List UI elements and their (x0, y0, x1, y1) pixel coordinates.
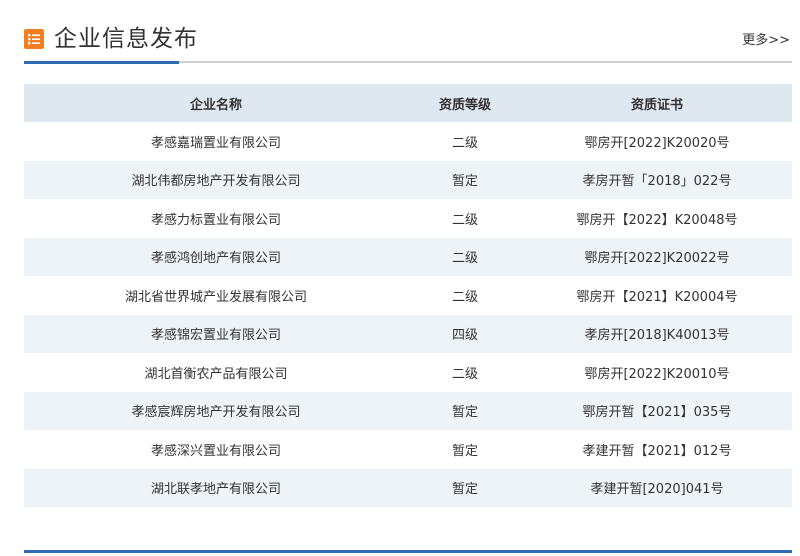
cert-cell: 孝房开暂「2018」022号 (522, 160, 792, 199)
level-cell: 四级 (408, 314, 522, 353)
company-name-cell[interactable]: 孝感嘉瑞置业有限公司 (24, 122, 408, 161)
cert-cell: 孝建开暂【2021】012号 (522, 430, 792, 469)
page-title: 企业信息发布 (54, 26, 198, 52)
table-row[interactable]: 孝感嘉瑞置业有限公司 二级 鄂房开[2022]K20020号 (24, 122, 792, 161)
table-row[interactable]: 孝感力标置业有限公司 二级 鄂房开【2022】K20048号 (24, 199, 792, 238)
level-cell: 二级 (408, 122, 522, 161)
table-row[interactable]: 湖北首衡农产品有限公司 二级 鄂房开[2022]K20010号 (24, 353, 792, 392)
column-header-level: 资质等级 (408, 84, 522, 122)
table-header-row: 企业名称 资质等级 资质证书 (24, 84, 792, 122)
cert-cell: 鄂房开暂【2021】035号 (522, 391, 792, 430)
company-name-cell[interactable]: 湖北伟都房地产开发有限公司 (24, 160, 408, 199)
cert-cell: 孝建开暂[2020]041号 (522, 468, 792, 507)
enterprise-table: 企业名称 资质等级 资质证书 孝感嘉瑞置业有限公司 二级 鄂房开[2022]K2… (24, 84, 792, 507)
cert-cell: 鄂房开[2022]K20020号 (522, 122, 792, 161)
list-icon (24, 29, 44, 49)
company-name-cell[interactable]: 孝感力标置业有限公司 (24, 199, 408, 238)
column-header-cert: 资质证书 (522, 84, 792, 122)
level-cell: 暂定 (408, 468, 522, 507)
table-row[interactable]: 湖北省世界城产业发展有限公司 二级 鄂房开【2021】K20004号 (24, 276, 792, 315)
company-name-cell[interactable]: 孝感鸿创地产有限公司 (24, 237, 408, 276)
company-name-cell[interactable]: 孝感深兴置业有限公司 (24, 430, 408, 469)
enterprise-info-panel: 企业信息发布 更多>> 企业名称 资质等级 资质证书 孝感嘉瑞置业有限公司 二级… (0, 0, 800, 556)
level-cell: 暂定 (408, 391, 522, 430)
company-name-cell[interactable]: 湖北首衡农产品有限公司 (24, 353, 408, 392)
level-cell: 二级 (408, 276, 522, 315)
level-cell: 暂定 (408, 430, 522, 469)
table-row[interactable]: 湖北伟都房地产开发有限公司 暂定 孝房开暂「2018」022号 (24, 160, 792, 199)
cert-cell: 鄂房开【2022】K20048号 (522, 199, 792, 238)
table-row[interactable]: 孝感深兴置业有限公司 暂定 孝建开暂【2021】012号 (24, 430, 792, 469)
level-cell: 二级 (408, 353, 522, 392)
column-header-name: 企业名称 (24, 84, 408, 122)
company-name-cell[interactable]: 湖北省世界城产业发展有限公司 (24, 276, 408, 315)
cert-cell: 鄂房开[2022]K20010号 (522, 353, 792, 392)
level-cell: 二级 (408, 199, 522, 238)
cert-cell: 鄂房开[2022]K20022号 (522, 237, 792, 276)
level-cell: 二级 (408, 237, 522, 276)
level-cell: 暂定 (408, 160, 522, 199)
table-row[interactable]: 孝感宸辉房地产开发有限公司 暂定 鄂房开暂【2021】035号 (24, 391, 792, 430)
cert-cell: 孝房开[2018]K40013号 (522, 314, 792, 353)
header-accent-bar (24, 61, 179, 64)
more-link[interactable]: 更多>> (742, 32, 790, 50)
footer-divider (24, 550, 792, 553)
company-name-cell[interactable]: 湖北联孝地产有限公司 (24, 468, 408, 507)
cert-cell: 鄂房开【2021】K20004号 (522, 276, 792, 315)
table-row[interactable]: 湖北联孝地产有限公司 暂定 孝建开暂[2020]041号 (24, 468, 792, 507)
table-row[interactable]: 孝感鸿创地产有限公司 二级 鄂房开[2022]K20022号 (24, 237, 792, 276)
panel-header: 企业信息发布 更多>> (24, 18, 792, 64)
company-name-cell[interactable]: 孝感锦宏置业有限公司 (24, 314, 408, 353)
company-name-cell[interactable]: 孝感宸辉房地产开发有限公司 (24, 391, 408, 430)
table-row[interactable]: 孝感锦宏置业有限公司 四级 孝房开[2018]K40013号 (24, 314, 792, 353)
